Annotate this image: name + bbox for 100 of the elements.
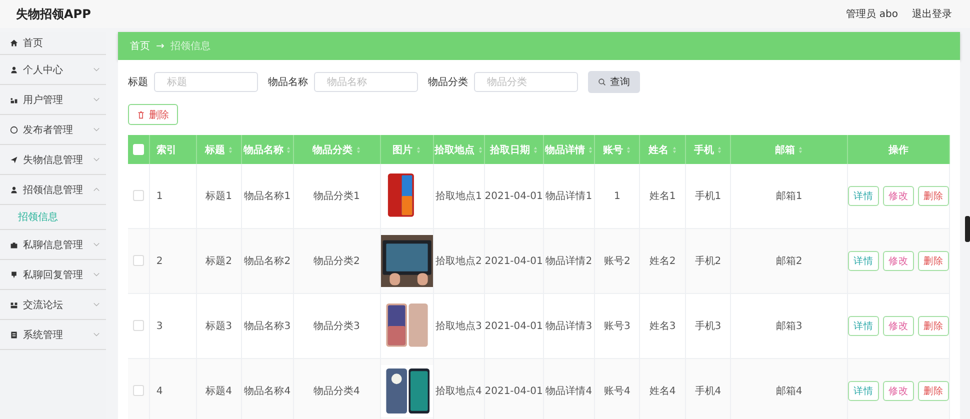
trash-icon: [137, 110, 145, 118]
menu-item[interactable]: 私聊信息管理: [0, 230, 106, 260]
menu-item[interactable]: 个人中心: [0, 55, 106, 85]
row-checkbox[interactable]: [133, 255, 144, 266]
delete-button[interactable]: 删除: [918, 251, 949, 271]
plane-icon: [10, 156, 18, 164]
user-label: 管理员 abo: [846, 8, 898, 21]
person-icon: [10, 66, 18, 74]
edit-button[interactable]: 修改: [883, 186, 914, 206]
table-cell: 物品名称1: [244, 191, 291, 202]
table-cell: 姓名1: [649, 191, 676, 202]
table-cell: 2: [156, 256, 163, 266]
table-cell: 手机3: [694, 321, 722, 332]
delete-button[interactable]: 删除: [918, 316, 949, 336]
edit-button[interactable]: 修改: [883, 316, 914, 336]
search-field[interactable]: 物品分类: [474, 72, 578, 92]
table-cell: 物品名称3: [244, 321, 291, 332]
sort-icon[interactable]: [716, 146, 722, 154]
sort-icon[interactable]: [356, 146, 361, 154]
table-cell: 姓名2: [649, 256, 676, 267]
menu-item[interactable]: 发布者管理: [0, 115, 106, 145]
column-header: 姓名: [648, 144, 669, 156]
grid-icon: [10, 300, 18, 308]
table-cell: 拾取地点2: [435, 256, 482, 267]
column-header: 索引: [156, 144, 176, 156]
search-field[interactable]: 物品名称: [314, 72, 418, 92]
sort-icon[interactable]: [532, 146, 538, 154]
delete-button[interactable]: 删除: [918, 186, 949, 206]
table-cell: 姓名3: [649, 321, 676, 332]
table-cell: 手机2: [694, 256, 722, 267]
table-cell: 邮箱4: [776, 386, 802, 397]
menu-item[interactable]: 用户管理: [0, 85, 106, 115]
logout-link[interactable]: 退出登录: [912, 7, 952, 21]
delete-button[interactable]: 删除: [918, 381, 949, 401]
table-cell: 邮箱2: [776, 256, 802, 267]
breadcrumb-separator: →: [156, 40, 164, 52]
app-title: 失物招领APP: [16, 6, 91, 22]
sort-icon[interactable]: [672, 146, 677, 154]
sort-icon[interactable]: [798, 146, 804, 154]
menu-item[interactable]: 私聊回复管理: [0, 260, 106, 290]
table-cell: 账号4: [604, 386, 630, 397]
table-cell: 物品名称2: [244, 256, 291, 267]
briefcase-icon: [10, 240, 18, 248]
edit-button[interactable]: 修改: [883, 251, 914, 271]
table-cell: 拾取地点3: [435, 321, 482, 332]
sort-icon[interactable]: [228, 146, 233, 154]
table-cell: 标题3: [206, 321, 232, 332]
details-button[interactable]: 详情: [848, 251, 879, 271]
column-header: 标题: [204, 144, 225, 156]
search-icon: [598, 78, 606, 86]
field-label: 物品分类: [428, 76, 468, 89]
column-header: 图片: [392, 144, 413, 156]
menu-item[interactable]: 系统管理: [0, 320, 106, 350]
group-icon: [10, 96, 18, 104]
row-checkbox[interactable]: [133, 320, 144, 332]
column-header: 物品详情: [544, 143, 585, 156]
column-header: 邮箱: [775, 144, 796, 156]
column-header: 拾取日期: [490, 144, 530, 156]
field-label: 物品名称: [268, 76, 308, 89]
select-all-checkbox[interactable]: [133, 144, 144, 155]
table-cell: 标题2: [206, 256, 232, 267]
search-button[interactable]: 查询: [588, 71, 640, 93]
table-cell: 2021-04-01: [484, 256, 543, 266]
clock-icon: [10, 126, 18, 134]
delete-button[interactable]: 删除: [128, 104, 178, 125]
table-cell: 拾取地点4: [435, 386, 482, 397]
search-field[interactable]: 标题: [154, 72, 258, 92]
table-cell: 标题4: [206, 386, 232, 397]
menu-item[interactable]: 交流论坛: [0, 290, 106, 320]
details-button[interactable]: 详情: [848, 186, 879, 206]
sort-icon[interactable]: [626, 146, 632, 154]
submenu-item[interactable]: 招领信息: [0, 205, 106, 230]
table-cell: 物品详情1: [546, 191, 592, 202]
table-cell: 1: [156, 190, 163, 202]
details-button[interactable]: 详情: [848, 381, 879, 401]
table-cell: 物品详情2: [546, 256, 592, 267]
table-cell: 姓名4: [649, 386, 676, 397]
edit-button[interactable]: 修改: [883, 381, 914, 401]
table-cell: 2021-04-01: [484, 190, 543, 202]
table-cell: 手机1: [694, 191, 722, 202]
scrollbar-thumb[interactable]: [965, 216, 970, 242]
column-header: 操作: [888, 144, 908, 156]
details-button[interactable]: 详情: [848, 316, 879, 336]
table-cell: 3: [156, 320, 163, 332]
menu-item[interactable]: 首页: [0, 32, 106, 55]
table-cell: 邮箱3: [776, 321, 802, 332]
table-cell: 1: [614, 190, 620, 202]
row-checkbox[interactable]: [133, 190, 144, 202]
menu-item[interactable]: 招领信息管理: [0, 175, 106, 205]
house-icon: [10, 39, 18, 47]
column-header: 物品名称: [243, 144, 284, 156]
table-cell: 拾取地点1: [435, 191, 482, 202]
menu-item[interactable]: 失物信息管理: [0, 145, 106, 175]
person-icon: [10, 186, 18, 194]
sort-icon[interactable]: [416, 146, 421, 154]
table-cell: 账号3: [604, 321, 630, 332]
table-cell: 物品分类4: [314, 386, 360, 397]
row-checkbox[interactable]: [133, 385, 144, 396]
table-cell: 2021-04-01: [484, 320, 543, 332]
table-cell: 物品分类3: [314, 321, 360, 332]
